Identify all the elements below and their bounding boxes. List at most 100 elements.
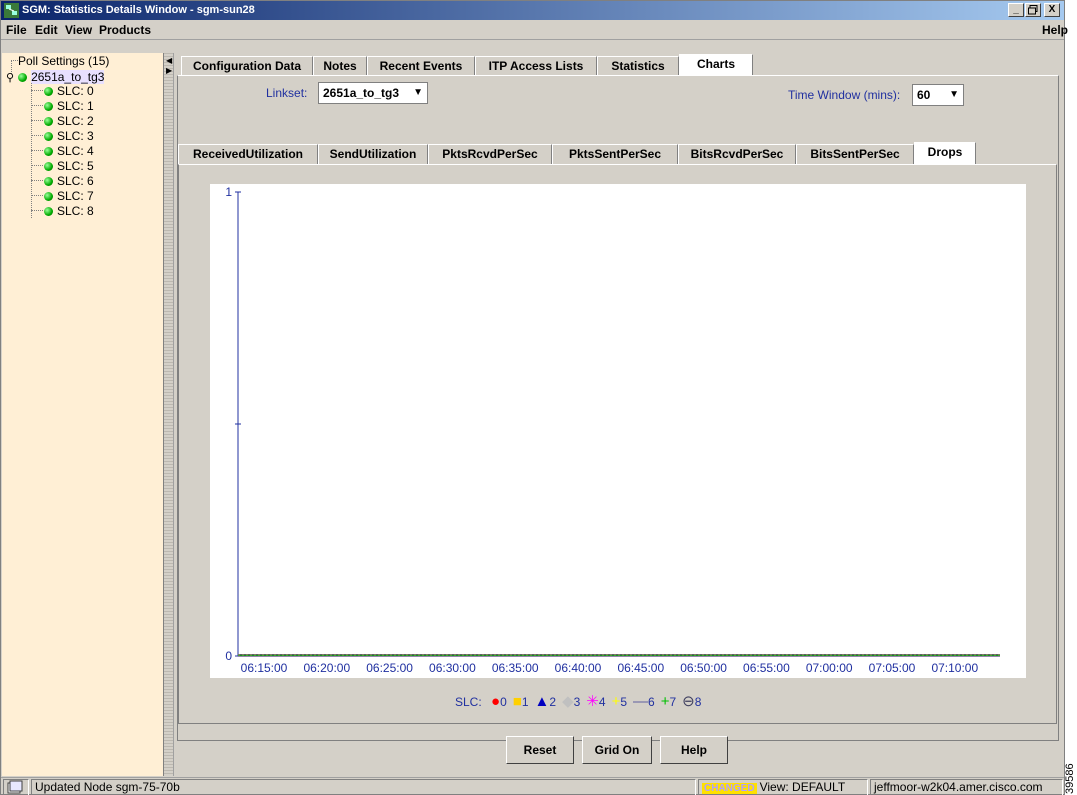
close-button[interactable]: X — [1044, 3, 1060, 17]
tree-connector — [31, 165, 43, 166]
chevron-down-icon: ▼ — [949, 89, 959, 100]
legend-label: 2 — [549, 695, 557, 709]
chart-tab-bitsrcvdpersec[interactable]: BitsRcvdPerSec — [678, 144, 796, 164]
splitter-handle[interactable]: ◀ ▶ — [164, 53, 174, 776]
main-panel: Configuration Data Notes Recent Events I… — [175, 53, 1061, 776]
status-ok-icon — [44, 132, 53, 141]
tab-itp-access-lists[interactable]: ITP Access Lists — [475, 56, 597, 76]
y-tick-label: 1 — [225, 185, 232, 199]
tree-connector — [31, 120, 43, 121]
legend-label: 4 — [598, 695, 606, 709]
statistics-details-window: SGM: Statistics Details Window - sgm-sun… — [0, 0, 1068, 795]
tree-item-slc-1[interactable]: SLC: 1 — [44, 99, 94, 113]
drops-chart-svg: 1 0 06:15:00 06:20:00 06:25:00 06:30:00 06:35:… — [225, 185, 1000, 675]
pin-icon: ⚲ — [6, 72, 15, 84]
status-ok-icon — [44, 207, 53, 216]
legend-item-slc-2: ▲2 — [534, 693, 557, 710]
legend-label: 8 — [694, 695, 702, 709]
tree-root[interactable]: Poll Settings (15) — [18, 54, 109, 68]
legend-label: 1 — [521, 695, 529, 709]
tree-item-slc-6[interactable]: SLC: 6 — [44, 174, 94, 188]
y-tick-label: 0 — [225, 649, 232, 663]
drops-chart: 1 0 06:15:00 06:20:00 06:25:00 06:30:00 06:35:… — [210, 184, 1026, 678]
time-window-select[interactable]: 60 ▼ — [912, 84, 964, 106]
status-ok-icon — [44, 102, 53, 111]
x-tick-label: 06:25:00 — [366, 661, 413, 675]
status-ok-icon — [18, 73, 28, 82]
legend-item-slc-7: +7 — [661, 693, 676, 710]
tree-item-slc-3[interactable]: SLC: 3 — [44, 129, 94, 143]
legend-marker-diamond-icon: ◆ — [562, 693, 574, 710]
chart-tab-sendutilization[interactable]: SendUtilization — [318, 144, 428, 164]
tree-linkset[interactable]: ⚲ 2651a_to_tg3 — [6, 70, 105, 84]
x-tick-label: 07:00:00 — [806, 661, 853, 675]
legend-item-slc-6: —6 — [633, 693, 655, 710]
help-button[interactable]: Help — [660, 736, 728, 764]
tree-connector — [31, 90, 43, 91]
x-tick-label: 06:15:00 — [241, 661, 288, 675]
menu-edit[interactable]: Edit — [35, 23, 58, 37]
chart-tab-drops[interactable]: Drops — [914, 142, 976, 164]
chart-legend: SLC: ●0 ■1 ▲2 ◆3 ✳4 +5 —6 +7 ⊖8 — [455, 692, 701, 710]
document-icon — [7, 780, 23, 794]
legend-item-slc-5: +5 — [611, 693, 628, 710]
status-ok-icon — [44, 177, 53, 186]
grid-on-button[interactable]: Grid On — [582, 736, 652, 764]
x-tick-label: 06:20:00 — [303, 661, 350, 675]
legend-item-slc-4: ✳4 — [586, 693, 606, 710]
menu-bar: File Edit View Products Help — [1, 20, 1068, 40]
chart-tab-pktssentpersec[interactable]: PktsSentPerSec — [552, 144, 678, 164]
tree-item-slc-7[interactable]: SLC: 7 — [44, 189, 94, 203]
status-ok-icon — [44, 192, 53, 201]
status-ok-icon — [44, 87, 53, 96]
menu-view[interactable]: View — [65, 23, 92, 37]
legend-marker-asterisk-icon: ✳ — [586, 693, 599, 710]
collapse-left-icon[interactable]: ◀ — [166, 56, 172, 65]
tree-item-slc-5[interactable]: SLC: 5 — [44, 159, 94, 173]
tab-charts[interactable]: Charts — [679, 54, 753, 76]
tree-panel: Poll Settings (15) ⚲ 2651a_to_tg3 SLC: 0 … — [2, 53, 164, 776]
legend-marker-triangle-icon: ▲ — [534, 693, 550, 710]
maximize-button[interactable] — [1025, 3, 1041, 17]
legend-marker-circle-icon: ● — [491, 693, 501, 710]
chevron-down-icon: ▼ — [413, 87, 423, 98]
status-icon-cell — [3, 779, 29, 795]
x-tick-label: 06:50:00 — [680, 661, 727, 675]
chart-tab-bitssentpersec[interactable]: BitsSentPerSec — [796, 144, 914, 164]
expand-right-icon[interactable]: ▶ — [166, 66, 172, 75]
tab-recent-events[interactable]: Recent Events — [367, 56, 475, 76]
chart-tab-pktsrcvdpersec[interactable]: PktsRcvdPerSec — [428, 144, 552, 164]
menu-file[interactable]: File — [6, 23, 27, 37]
tree-connector — [31, 195, 43, 196]
tree-item-slc-0[interactable]: SLC: 0 — [44, 84, 94, 98]
tree-item-slc-2[interactable]: SLC: 2 — [44, 114, 94, 128]
tree-connector — [31, 210, 43, 211]
legend-marker-plus-icon: + — [611, 693, 621, 710]
x-tick-label: 06:40:00 — [555, 661, 602, 675]
tree-item-slc-4[interactable]: SLC: 4 — [44, 144, 94, 158]
tab-notes[interactable]: Notes — [313, 56, 367, 76]
x-tick-label: 06:30:00 — [429, 661, 476, 675]
tab-configuration-data[interactable]: Configuration Data — [181, 56, 313, 76]
legend-marker-dash-icon: — — [633, 693, 649, 710]
window-title: SGM: Statistics Details Window - sgm-sun… — [22, 4, 255, 16]
legend-label: 5 — [620, 695, 628, 709]
menu-products[interactable]: Products — [99, 23, 151, 37]
status-ok-icon — [44, 147, 53, 156]
changed-badge: CHANGED — [702, 783, 757, 794]
status-ok-icon — [44, 117, 53, 126]
legend-label: 6 — [648, 695, 655, 709]
tree-item-slc-8[interactable]: SLC: 8 — [44, 204, 94, 218]
linkset-select[interactable]: 2651a_to_tg3 ▼ — [318, 82, 428, 104]
chart-tab-receivedutilization[interactable]: ReceivedUtilization — [178, 144, 318, 164]
tab-statistics[interactable]: Statistics — [597, 56, 679, 76]
title-bar: SGM: Statistics Details Window - sgm-sun… — [1, 1, 1064, 20]
menu-help[interactable]: Help — [1042, 23, 1068, 37]
minimize-button[interactable]: _ — [1008, 3, 1024, 17]
figure-id: 39586 — [1064, 763, 1076, 794]
x-tick-label: 06:55:00 — [743, 661, 790, 675]
legend-item-slc-0: ●0 — [491, 693, 507, 710]
legend-item-slc-3: ◆3 — [562, 693, 580, 710]
tree-connector — [31, 150, 43, 151]
reset-button[interactable]: Reset — [506, 736, 574, 764]
